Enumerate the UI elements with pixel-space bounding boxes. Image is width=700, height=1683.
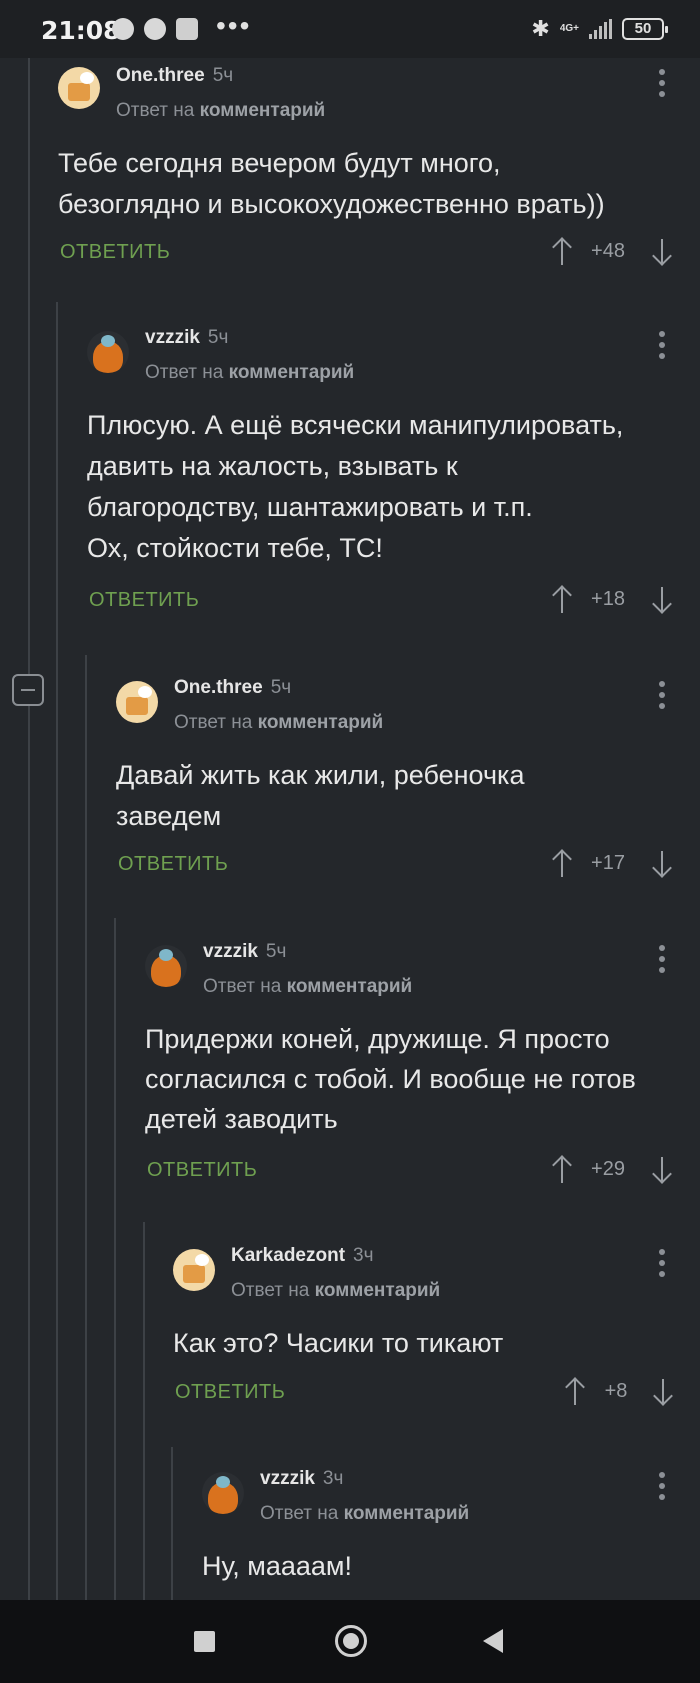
comment: vzzzik 5ч Ответ на комментарий Плюсую. А … <box>87 325 678 625</box>
comment-time: 5ч <box>207 327 229 348</box>
sync-icon <box>112 18 134 40</box>
vote-controls: +48 <box>550 237 674 267</box>
reply-to[interactable]: Ответ на комментарий <box>145 362 354 384</box>
avatar[interactable] <box>173 1249 215 1291</box>
navigation-bar <box>0 1600 700 1683</box>
back-icon[interactable] <box>483 1629 503 1653</box>
comment-text: Давай жить как жили, ребеночка заведем <box>116 760 525 831</box>
comment-author[interactable]: vzzzik 5ч <box>203 941 286 963</box>
comment-author[interactable]: vzzzik 3ч <box>260 1468 343 1490</box>
reply-button[interactable]: ОТВЕТИТЬ <box>89 589 199 612</box>
comment-text: Ну, маааам! <box>202 1551 352 1581</box>
comment-score: +8 <box>604 1380 628 1402</box>
avatar[interactable] <box>87 331 129 373</box>
more-icon[interactable] <box>659 681 665 709</box>
reply-to[interactable]: Ответ на комментарий <box>260 1503 469 1525</box>
comment-author[interactable]: vzzzik 5ч <box>145 327 228 349</box>
upvote-icon[interactable] <box>550 237 574 267</box>
comment: One.three 5ч Ответ на комментарий Давай ж… <box>116 675 678 885</box>
comment-score: +48 <box>591 240 625 262</box>
recent-apps-icon[interactable] <box>194 1631 215 1652</box>
more-icon[interactable] <box>659 1472 665 1500</box>
thread-line <box>143 1222 145 1600</box>
network-type: 4G+ <box>559 23 579 34</box>
downvote-icon[interactable] <box>650 849 674 879</box>
home-icon[interactable] <box>335 1625 367 1657</box>
more-icon[interactable] <box>659 69 665 97</box>
comment-time: 3ч <box>353 1245 374 1266</box>
comment: Karkadezont 3ч Ответ на комментарий Как э… <box>173 1243 678 1413</box>
app-icon <box>144 18 166 40</box>
thread-line <box>114 918 116 1600</box>
comment-time: 5ч <box>265 941 287 962</box>
status-right-icons: ✱ 4G+ 50 <box>531 16 668 42</box>
comment-time: 3ч <box>322 1468 344 1489</box>
upvote-icon[interactable] <box>550 1155 574 1185</box>
downvote-icon[interactable] <box>651 1377 675 1407</box>
thread-line <box>171 1447 173 1600</box>
comment: vzzzik 3ч Ответ на комментарий Ну, маааам… <box>202 1466 678 1600</box>
thread-line <box>56 302 58 1600</box>
comment-time: 5ч <box>212 65 234 86</box>
more-icon[interactable] <box>659 1249 665 1277</box>
reply-button[interactable]: ОТВЕТИТЬ <box>147 1159 257 1182</box>
comment-score: +18 <box>591 588 625 610</box>
thread-line <box>85 655 87 1600</box>
comment-author[interactable]: One.three 5ч <box>174 677 291 699</box>
vote-controls: +29 <box>550 1155 674 1185</box>
more-icon[interactable] <box>659 331 665 359</box>
vote-controls: +8 <box>563 1377 675 1407</box>
upvote-icon[interactable] <box>550 585 574 615</box>
more-icon[interactable] <box>659 945 665 973</box>
upvote-icon[interactable] <box>563 1377 587 1407</box>
avatar[interactable] <box>116 681 158 723</box>
reply-to[interactable]: Ответ на комментарий <box>116 100 325 122</box>
avatar[interactable] <box>145 945 187 987</box>
comment-text: Тебе сегодня вечером будут много, безогл… <box>58 148 605 219</box>
comment-score: +17 <box>591 852 625 874</box>
reply-to[interactable]: Ответ на комментарий <box>231 1280 440 1302</box>
status-time: 21:08 <box>41 16 121 45</box>
reply-to[interactable]: Ответ на комментарий <box>174 712 383 734</box>
status-left-icons <box>112 18 198 40</box>
comment-author[interactable]: One.three 5ч <box>116 65 233 87</box>
comment: vzzzik 5ч Ответ на комментарий Придержи к… <box>145 939 678 1189</box>
collapse-thread-button[interactable] <box>12 674 44 706</box>
vote-controls: +18 <box>550 585 674 615</box>
reply-to[interactable]: Ответ на комментарий <box>203 976 412 998</box>
avatar[interactable] <box>202 1472 244 1514</box>
comment-author[interactable]: Karkadezont 3ч <box>231 1245 374 1267</box>
comment-time: 5ч <box>270 677 292 698</box>
comment-text: Придержи коней, дружище. Я просто соглас… <box>145 1024 636 1134</box>
reply-button[interactable]: ОТВЕТИТЬ <box>60 241 170 264</box>
bluetooth-icon: ✱ <box>531 16 550 41</box>
upvote-icon[interactable] <box>550 849 574 879</box>
vote-controls: +17 <box>550 849 674 879</box>
comment-score: +29 <box>591 1158 625 1180</box>
downvote-icon[interactable] <box>650 585 674 615</box>
comment-text: Как это? Часики то тикают <box>173 1328 504 1358</box>
signal-icon <box>589 19 612 39</box>
status-overflow: ••• <box>216 10 252 41</box>
thread-line <box>28 58 30 1600</box>
downvote-icon[interactable] <box>650 1155 674 1185</box>
comment: One.three 5ч Ответ на комментарий Тебе се… <box>58 63 678 273</box>
reply-button[interactable]: ОТВЕТИТЬ <box>118 853 228 876</box>
avatar[interactable] <box>58 67 100 109</box>
status-bar: 21:08 ••• ✱ 4G+ 50 <box>0 0 700 58</box>
reply-button[interactable]: ОТВЕТИТЬ <box>175 1381 285 1404</box>
comment-text: Плюсую. А ещё всячески манипулировать, д… <box>87 410 624 563</box>
tiktok-icon <box>176 18 198 40</box>
battery-icon: 50 <box>622 18 668 40</box>
downvote-icon[interactable] <box>650 237 674 267</box>
